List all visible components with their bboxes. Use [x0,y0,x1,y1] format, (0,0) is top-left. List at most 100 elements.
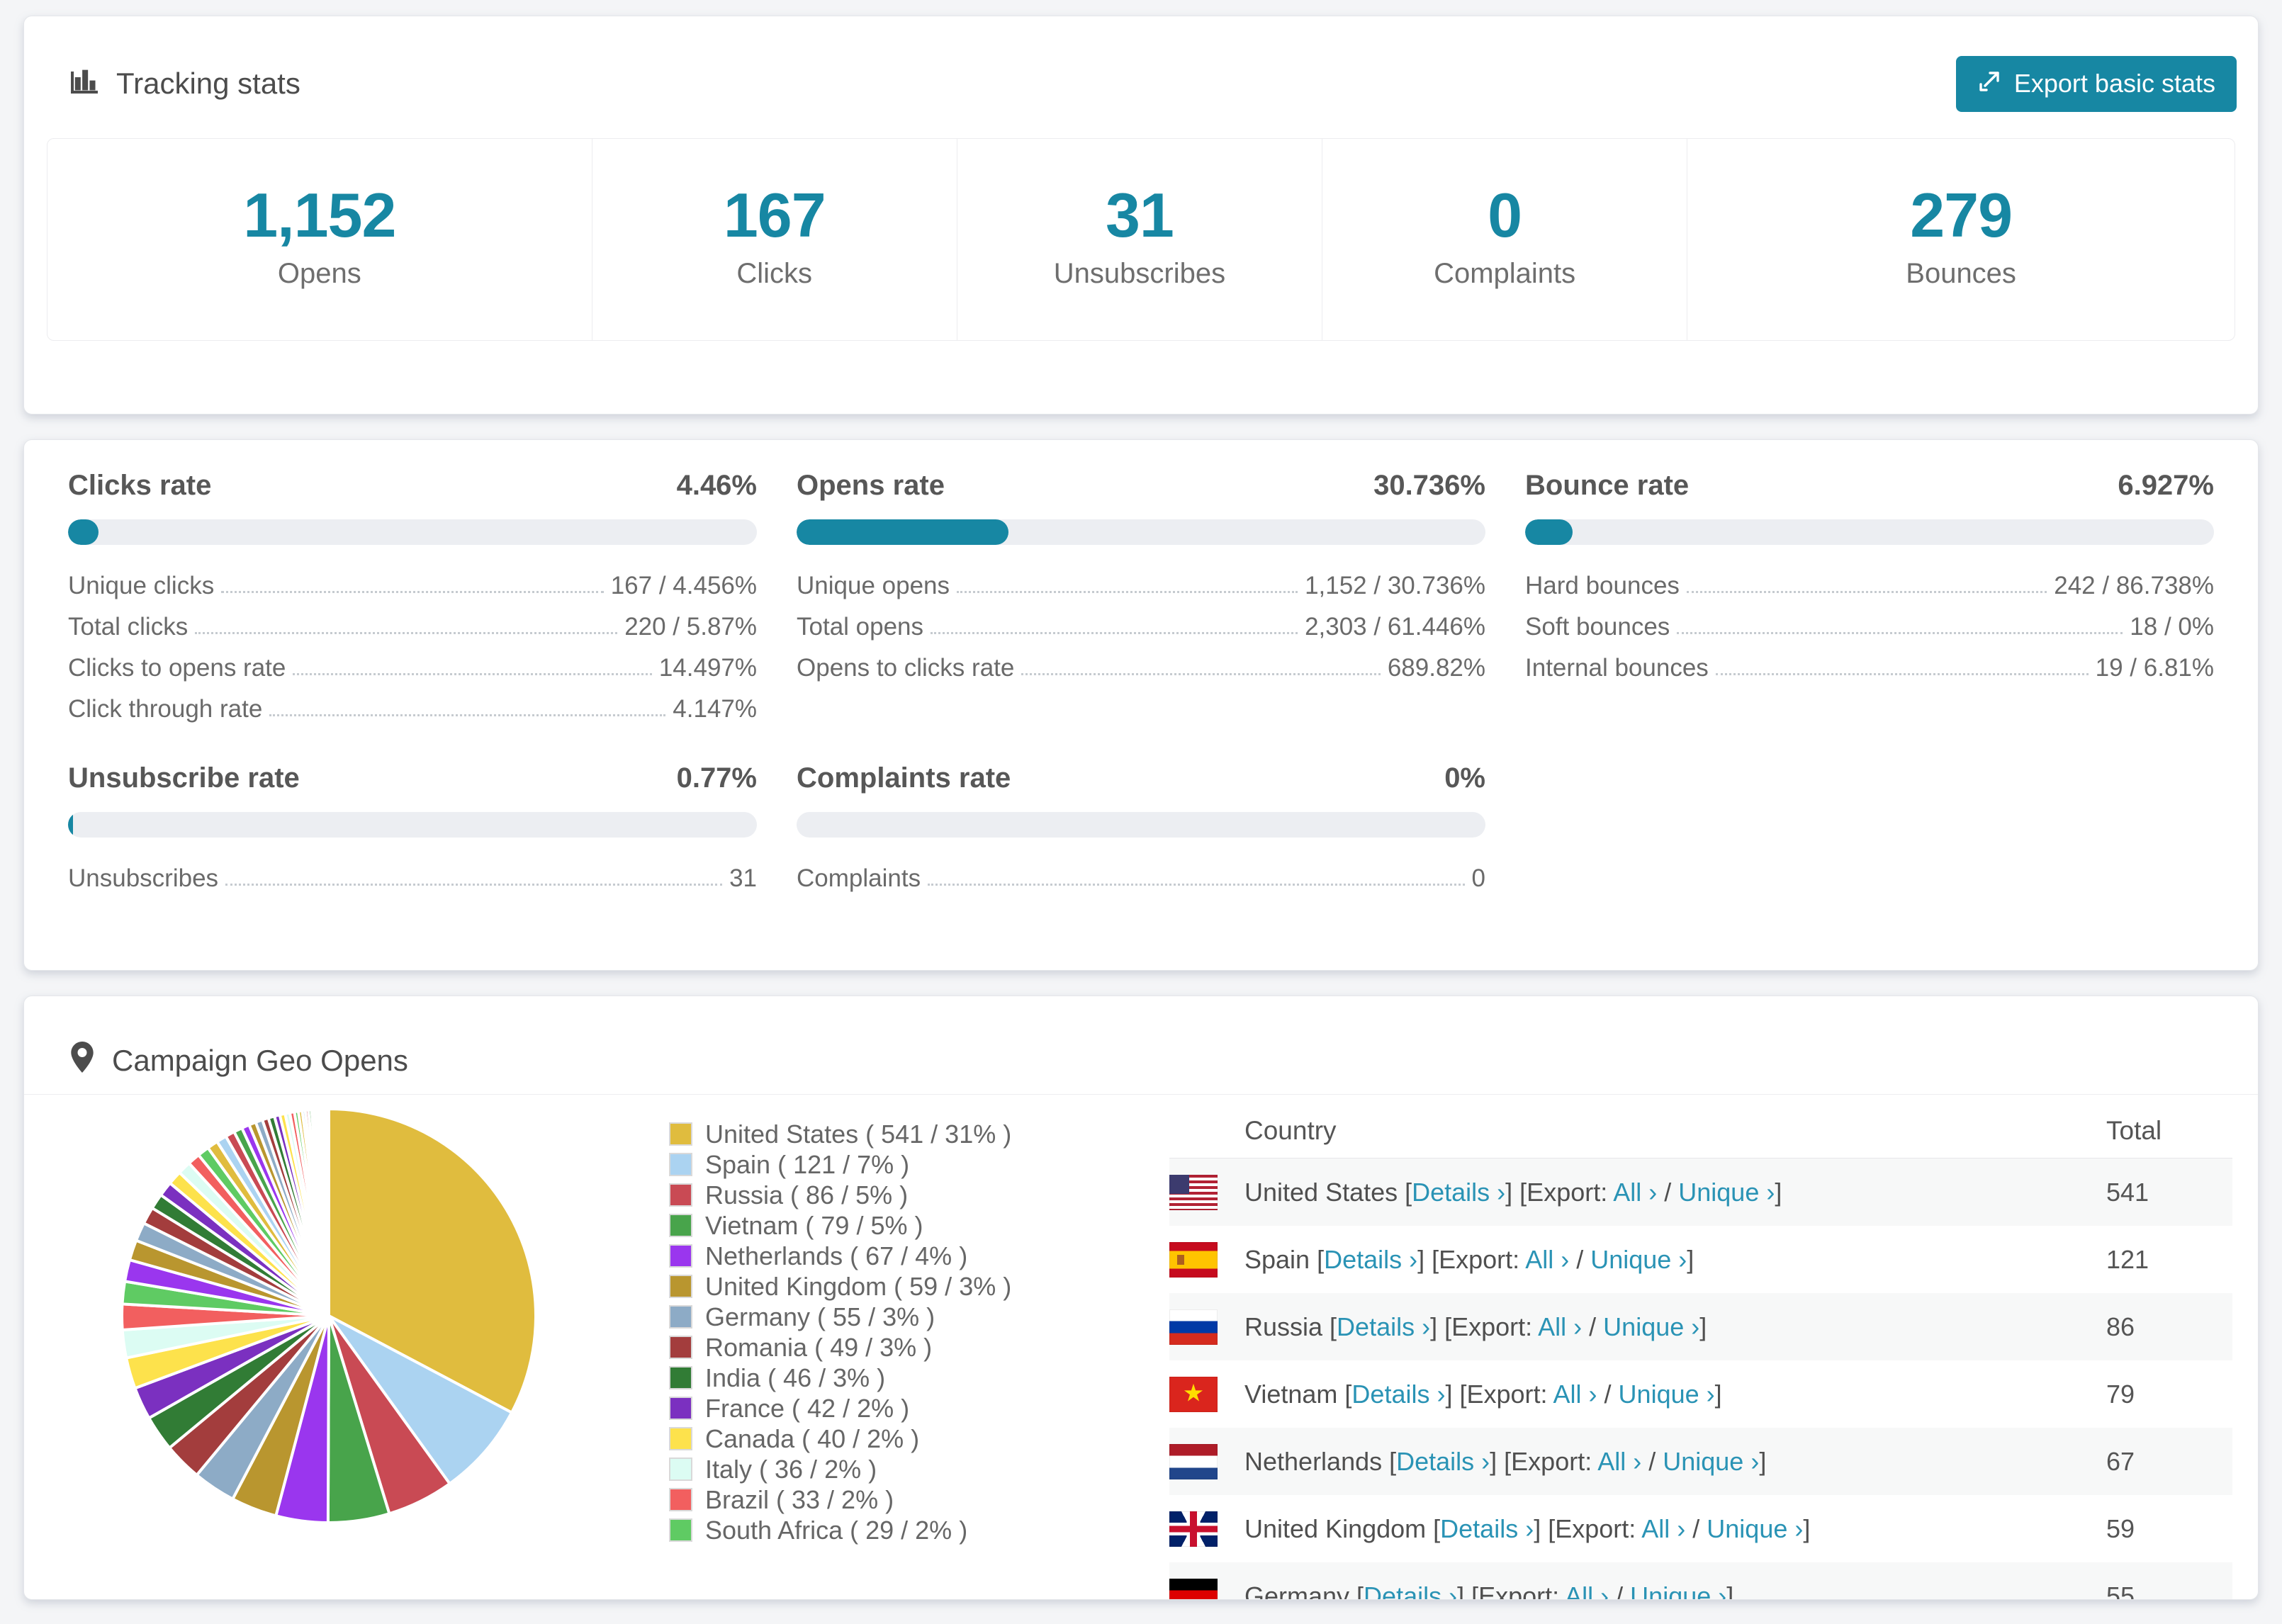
stat-bounces-value: 279 [1910,180,2013,250]
clicks-rate-block: Clicks rate 4.46% Unique clicks 167 / 4.4… [68,468,757,721]
legend-label: Netherlands ( 67 / 4% ) [705,1241,968,1270]
es-flag-icon [1169,1241,1218,1278]
legend-item: Brazil ( 33 / 2% ) [669,1484,1011,1515]
geo-table-row: United Kingdom [Details ›] [Export: All … [1169,1495,2232,1562]
details-link[interactable]: Details › [1396,1447,1490,1476]
unsubscribe-rate-progressbar [68,812,757,838]
dotted-leader [221,591,604,593]
export-all-link[interactable]: All › [1553,1380,1597,1409]
rate-detail-row: Unsubscribes 31 [68,866,757,891]
country-name: United Kingdom [ [1244,1513,1441,1543]
legend-swatch [669,1488,692,1511]
bounce-rate-title: Bounce rate [1525,470,1690,501]
rate-detail-row: Click through rate 4.147% [68,697,757,721]
clicks-rate-title: Clicks rate [68,470,212,501]
country-name: Netherlands [ [1244,1446,1397,1476]
vn-flag-icon [1169,1376,1218,1412]
details-link[interactable]: Details › [1440,1514,1534,1543]
export-basic-stats-button[interactable]: Export basic stats [1955,55,2237,112]
dotted-leader [195,632,618,634]
export-unique-link[interactable]: Unique › [1663,1447,1759,1476]
rate-detail-row: Soft bounces 18 / 0% [1525,614,2214,639]
export-all-link[interactable]: All › [1641,1514,1685,1543]
details-link[interactable]: Details › [1364,1581,1457,1600]
rate-detail-label: Opens to clicks rate [797,654,1015,682]
export-all-link[interactable]: All › [1565,1581,1609,1600]
complaints-rate-rows: Complaints 0 [797,866,1485,891]
complaints-rate-title: Complaints rate [797,762,1011,794]
export-all-link[interactable]: All › [1538,1312,1582,1341]
opens-rate-rows: Unique opens 1,152 / 30.736% Total opens 2,… [797,573,1485,680]
geo-row-links: Germany [Details ›] [Export: All › / Uni… [1244,1581,1733,1600]
export-unique-link[interactable]: Unique › [1590,1245,1687,1274]
export-unique-link[interactable]: Unique › [1630,1581,1726,1600]
export-unique-link[interactable]: Unique › [1603,1312,1699,1341]
legend-item: Italy ( 36 / 2% ) [669,1454,1011,1484]
legend-swatch [669,1518,692,1542]
geo-table-row: Netherlands [Details ›] [Export: All › /… [1169,1428,2232,1495]
rate-detail-row: Clicks to opens rate 14.497% [68,655,757,680]
details-link[interactable]: Details › [1412,1178,1505,1207]
rate-detail-value: 167 / 4.456% [610,572,757,599]
legend-swatch [669,1275,692,1298]
legend-label: Germany ( 55 / 3% ) [705,1302,935,1331]
export-unique-link[interactable]: Unique › [1707,1514,1803,1543]
export-icon [1977,68,2003,100]
rate-detail-label: Clicks to opens rate [68,654,286,682]
legend-swatch [669,1336,692,1359]
geo-table-header-total: Total [2106,1115,2162,1145]
legend-item: Netherlands ( 67 / 4% ) [669,1241,1011,1271]
slash-separator: / [1569,1244,1591,1274]
ru-flag-icon [1169,1309,1218,1345]
rate-detail-label: Unsubscribes [68,864,219,892]
legend-item: Russia ( 86 / 5% ) [669,1180,1011,1210]
export-all-link[interactable]: All › [1613,1178,1657,1207]
bracket-close: ] [1699,1312,1707,1341]
slash-separator: / [1597,1379,1619,1409]
export-all-link[interactable]: All › [1525,1245,1569,1274]
opens-rate-progressbar [797,519,1485,545]
rate-detail-row: Unique clicks 167 / 4.456% [68,573,757,598]
nl-flag-icon [1169,1443,1218,1479]
legend-swatch [669,1366,692,1389]
geo-row-total: 59 [2106,1513,2135,1543]
legend-swatch [669,1305,692,1329]
legend-swatch [669,1122,692,1146]
gb-flag-icon [1169,1511,1218,1547]
details-link[interactable]: Details › [1337,1312,1430,1341]
country-name: United States [ [1244,1177,1412,1207]
tracking-stats-title: Tracking stats [68,64,300,103]
export-unique-link[interactable]: Unique › [1678,1178,1775,1207]
legend-label: Russia ( 86 / 5% ) [705,1180,909,1209]
details-link[interactable]: Details › [1351,1380,1445,1409]
unsubscribe-rate-rows: Unsubscribes 31 [68,866,757,891]
bar-chart-icon [68,64,101,103]
geo-table-row: Spain [Details ›] [Export: All › / Uniqu… [1169,1226,2232,1293]
rate-detail-value: 1,152 / 30.736% [1305,572,1485,599]
geo-row-links: Russia [Details ›] [Export: All › / Uniq… [1244,1312,1707,1342]
geo-row-total: 86 [2106,1312,2135,1341]
complaints-rate-block: Complaints rate 0% Complaints 0 [797,761,1485,891]
export-unique-link[interactable]: Unique › [1619,1380,1715,1409]
stat-clicks: 167 Clicks [591,139,957,340]
bracket-close: ] [1687,1244,1694,1274]
details-link[interactable]: Details › [1324,1245,1417,1274]
stat-clicks-label: Clicks [736,258,813,289]
progress-fill [68,812,74,838]
geo-legend: United States ( 541 / 31% ) Spain ( 121 /… [669,1119,1011,1599]
pie-slice [326,1107,330,1317]
export-all-link[interactable]: All › [1597,1447,1641,1476]
tracking-stats-card: Tracking stats Export basic stats 1,152 … [23,16,2259,415]
geo-header: Campaign Geo Opens [24,996,2258,1094]
geo-row-links: United Kingdom [Details ›] [Export: All … [1244,1514,1810,1544]
rates-grid: Clicks rate 4.46% Unique clicks 167 / 4.4… [68,468,2214,891]
stat-complaints-value: 0 [1488,180,1522,250]
legend-item: United States ( 541 / 31% ) [669,1119,1011,1149]
legend-item: Germany ( 55 / 3% ) [669,1302,1011,1332]
rate-detail-value: 19 / 6.81% [2095,654,2214,682]
progress-fill [1525,519,1573,545]
legend-swatch [669,1153,692,1176]
rate-detail-label: Unique clicks [68,572,215,599]
rate-detail-label: Click through rate [68,695,263,723]
us-flag-icon [1169,1174,1218,1210]
